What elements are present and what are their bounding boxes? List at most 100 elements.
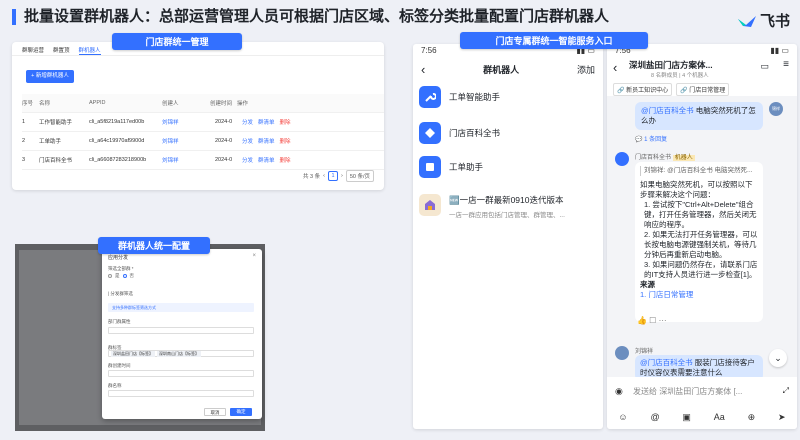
- table-row: 1 工作智能助手 cli_a5f8219a117ed00b 刘锦祥 2024-0…: [22, 113, 384, 132]
- close-icon[interactable]: ×: [252, 253, 256, 259]
- tag-select[interactable]: 深圳盐田门店【标签】 深圳南山门店【标签】: [108, 350, 254, 357]
- dept-select[interactable]: [108, 327, 254, 334]
- phone1-nav: ‹ 群机器人 添加: [413, 58, 603, 80]
- reply-count[interactable]: 💬 1 条回复: [635, 134, 667, 143]
- source-label: 来源: [640, 280, 655, 289]
- avatar[interactable]: [615, 346, 629, 360]
- page-number[interactable]: 1: [327, 171, 338, 181]
- scroll-down-icon[interactable]: ⌄: [769, 349, 787, 367]
- more-icon[interactable]: ≡: [783, 59, 789, 70]
- tab-group-pin[interactable]: 群置顶: [53, 46, 70, 55]
- phone-group-chat: 7:56 ▮▮ ▭ ‹ 深圳盐田门店方案体... 8 名群成员 | 4 个机器人 …: [607, 44, 797, 429]
- delete-link[interactable]: 删除: [280, 137, 291, 145]
- nav-title: 群机器人: [483, 64, 520, 75]
- cell-creator[interactable]: 刘锦祥: [162, 118, 210, 126]
- dept-label: 部门群属性: [108, 319, 131, 324]
- bot-item[interactable]: 工单助手: [419, 156, 483, 178]
- add-bot-button[interactable]: + 新增群机器人: [26, 70, 74, 83]
- brand-logo: 飞书: [737, 10, 790, 31]
- back-icon[interactable]: ‹: [613, 60, 617, 75]
- avatar[interactable]: 锦祥: [769, 102, 783, 116]
- mention[interactable]: @门店百科全书: [640, 358, 693, 367]
- table-header: 序号 名称 APPID 创建人 创建时间 操作: [22, 94, 384, 113]
- radio-yes[interactable]: [108, 274, 112, 278]
- bot-name: 门店百科全书: [449, 128, 501, 138]
- tag-chip[interactable]: 深圳南山门店【标签】: [157, 350, 201, 357]
- radio-no-label: 否: [129, 273, 135, 278]
- add-bot-link[interactable]: 添加: [577, 63, 595, 76]
- voice-icon[interactable]: ◉: [615, 386, 623, 397]
- reaction-icons[interactable]: 👍 ☐ ⋯: [637, 316, 667, 325]
- phone-bot-list: 7:56 ▮▮ ▭ ‹ 群机器人 添加 工单智能助手 门店百科全书 工单助手 🆕一…: [413, 44, 603, 429]
- name-input[interactable]: [108, 390, 254, 397]
- image-icon[interactable]: ▣: [682, 412, 691, 423]
- mention[interactable]: @门店百科全书: [641, 106, 694, 115]
- at-icon[interactable]: @: [650, 412, 659, 422]
- group-list-link[interactable]: 群清单: [258, 156, 275, 164]
- bot-item[interactable]: 门店百科全书: [419, 122, 500, 144]
- next-page-icon[interactable]: ›: [341, 173, 343, 179]
- video-icon[interactable]: ▭: [760, 61, 769, 72]
- scope-radio-group: 是 否: [108, 273, 134, 279]
- page-size-select[interactable]: 50 条/页: [345, 170, 374, 182]
- store-group-admin-panel: 群聊运营 群置顶 群机器人 + 新增群机器人 序号 名称 APPID 创建人 创…: [12, 42, 384, 190]
- cell-creator[interactable]: 刘锦祥: [162, 137, 210, 145]
- chat-title[interactable]: 深圳盐田门店方案体...: [629, 59, 713, 71]
- name-label: 群名称: [108, 383, 122, 388]
- cell-name: 工单助手: [39, 139, 62, 145]
- distribute-link[interactable]: 分发: [242, 156, 253, 164]
- answer-step: 3. 如果问题仍然存在，请联系门店的IT支持人员进行进一步检查[1]。: [644, 260, 758, 279]
- col-creator: 创建人: [162, 101, 179, 107]
- cell-time: 2024-0: [215, 119, 233, 125]
- tab-group-ops[interactable]: 群聊运营: [22, 46, 44, 55]
- distribute-link[interactable]: 分发: [242, 137, 253, 145]
- message-input[interactable]: ◉ 发送给 深圳盐田门店方案体 [... ⤢: [607, 377, 797, 405]
- delete-link[interactable]: 删除: [280, 118, 291, 126]
- radio-no[interactable]: [122, 274, 127, 278]
- input-placeholder: 发送给 深圳盐田门店方案体 [...: [633, 386, 743, 396]
- source-link[interactable]: 1. 门店日常管理: [640, 290, 758, 300]
- store-house-icon: [419, 194, 441, 216]
- pin-label: 门店日常管理: [689, 87, 726, 94]
- bot-item[interactable]: 工单智能助手: [419, 86, 500, 108]
- emoji-icon[interactable]: ☺: [618, 412, 627, 422]
- pin-chip[interactable]: 🔗 新员工知识中心: [613, 82, 673, 96]
- bot-item[interactable]: 🆕一店一群最新0910迭代版本 一店一群应用包括门店管理、群管理、...: [419, 194, 565, 219]
- col-name: 名称: [39, 101, 51, 107]
- answer-intro: 如果电脑突然死机，可以按照以下步骤来解决这个问题：: [640, 180, 753, 199]
- diamond-icon: [419, 122, 441, 144]
- plus-icon[interactable]: ⊕: [748, 412, 756, 423]
- prev-page-icon[interactable]: ‹: [323, 173, 325, 179]
- group-list-link[interactable]: 群清单: [258, 118, 275, 126]
- page-title: 批量设置群机器人：总部运营管理人员可根据门店区域、标签分类批量配置门店群机器人: [12, 9, 609, 25]
- answer-step: 2. 如果无法打开任务管理器，可以长按电脑电源键强制关机，等待几分钟后再重新启动…: [644, 230, 758, 259]
- tab-group-bots[interactable]: 群机器人: [78, 46, 101, 55]
- bot-badge: 机器人: [672, 155, 695, 161]
- section-title-entry: 门店专属群统一智能服务入口: [460, 32, 648, 49]
- cancel-button[interactable]: 取消: [204, 408, 226, 416]
- back-icon[interactable]: ‹: [421, 62, 425, 77]
- cell-creator[interactable]: 刘锦祥: [162, 156, 210, 164]
- delete-link[interactable]: 删除: [280, 156, 291, 164]
- cell-time: 2024-0: [215, 138, 233, 144]
- cell-appid: cli_a5f8219a117ed00b: [89, 119, 145, 125]
- text-format-icon[interactable]: Aa: [714, 412, 725, 422]
- bot-name: 🆕一店一群最新0910迭代版本: [449, 195, 564, 205]
- expand-icon[interactable]: ⤢: [783, 386, 789, 396]
- scope-label: 筛选全部群 *: [108, 266, 134, 271]
- col-time: 创建时间: [210, 101, 233, 107]
- pin-chip[interactable]: 🔗 门店日常管理: [676, 82, 730, 96]
- col-no: 序号: [22, 101, 34, 107]
- bot-avatar-icon[interactable]: [615, 152, 629, 166]
- radio-yes-label: 是: [115, 273, 120, 278]
- tag-chip[interactable]: 深圳盐田门店【标签】: [111, 350, 155, 357]
- wrench-icon: [419, 86, 441, 108]
- group-list-link[interactable]: 群清单: [258, 137, 275, 145]
- cell-time: 2024-0: [215, 157, 233, 163]
- date-picker[interactable]: [108, 370, 254, 377]
- distribute-link[interactable]: 分发: [242, 118, 253, 126]
- section-title-bot-config: 群机器人统一配置: [98, 237, 210, 254]
- ok-button[interactable]: 确定: [230, 408, 252, 416]
- table-row: 2 工单助手 cli_a64c19970af9900d 刘锦祥 2024-0 分…: [22, 132, 384, 151]
- send-icon[interactable]: ➤: [778, 412, 786, 423]
